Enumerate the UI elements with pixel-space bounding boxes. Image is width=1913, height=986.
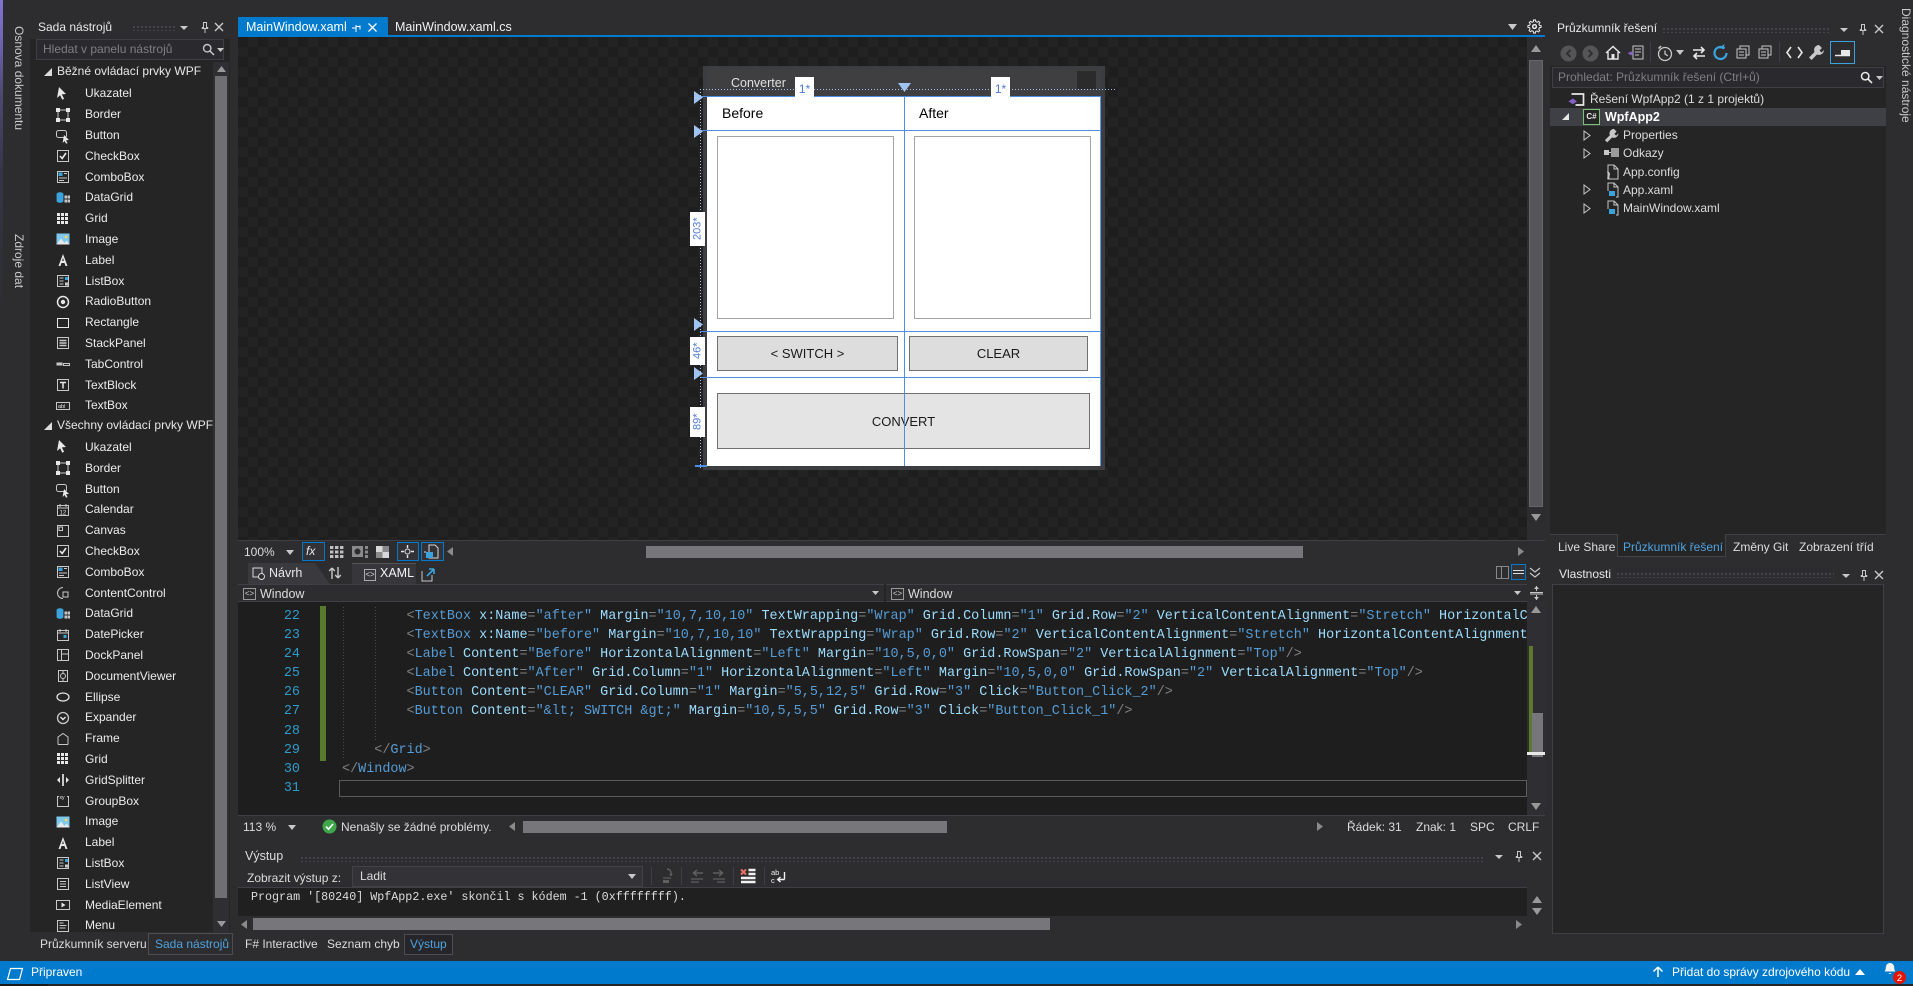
svg-text:2: 2	[1897, 973, 1902, 984]
svg-text:c: c	[771, 876, 775, 885]
svg-text:12: 12	[60, 510, 67, 516]
svg-text:xy: xy	[60, 795, 66, 801]
svg-text:abl: abl	[58, 404, 65, 410]
